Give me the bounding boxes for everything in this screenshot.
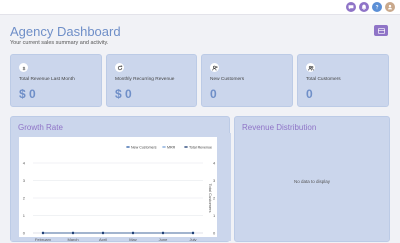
revenue-distribution-title: Revenue Distribution [242,123,317,132]
data-point [131,231,135,235]
stat-value: $ 0 [115,87,132,101]
data-point [41,231,45,235]
stat-card-total-revenue: $ Total Revenue Last Month $ 0 [10,54,102,107]
refresh-icon [115,63,124,72]
growth-rate-title: Growth Rate [18,123,63,132]
card-icon [377,27,385,34]
data-point [101,231,105,235]
header: Agency Dashboard Your current sales summ… [10,24,121,46]
page-subtitle: Your current sales summary and activity. [10,40,109,46]
plot-background [19,137,217,237]
help-icon[interactable] [372,2,382,12]
growth-rate-panel: Growth Rate 0 1 2 3 4 0 1 2 3 4 Total Customers Feb… [10,116,231,242]
svg-text:$: $ [22,65,25,70]
stat-label: New Customers [210,77,245,82]
data-point [71,231,75,235]
revenue-distribution-panel: Revenue Distribution No data to display [234,116,390,242]
growth-rate-chart: 0123401234Total CustomersFebruary March Ap… [19,137,217,241]
legend-marker [185,146,187,148]
legend-label: Total Revenue [189,145,212,149]
growth-rate-chart-area: 0 1 2 3 4 0 1 2 3 4 Total Customers February March Ap… [11,133,231,241]
stat-value: 0 [210,87,217,101]
x-tick-label: May [129,237,137,241]
stat-card-total-customers: Total Customers 0 [297,54,389,107]
dashboard-action-button[interactable] [374,25,388,36]
x-tick-label: March [67,237,78,241]
y2-axis-label: Total Customers [208,184,213,213]
user-avatar[interactable] [385,2,395,12]
data-point [161,231,165,235]
dollar-icon: $ [19,63,28,72]
stat-card-new-customers: New Customers 0 [201,54,293,107]
x-tick-label: February [35,237,51,241]
empty-state-text: No data to display [293,179,331,184]
stat-label: Total Revenue Last Month [19,77,75,82]
bell-icon[interactable] [359,2,369,12]
stat-label: Monthly Recurring Revenue [115,77,175,82]
x-tick-label: July [189,237,196,241]
page-title: Agency Dashboard [10,24,121,39]
top-bar [0,0,400,15]
stat-label: Total Customers [306,77,341,82]
stat-value: 0 [306,87,313,101]
x-tick-label: June [159,237,168,241]
data-point [191,231,195,235]
stat-card-mrr: Monthly Recurring Revenue $ 0 [106,54,197,107]
legend-marker [163,146,165,148]
legend-label: New Customers [131,145,157,149]
legend-label: MRR [167,145,176,149]
message-icon[interactable] [346,2,356,12]
x-tick-label: April [99,237,107,241]
user-plus-icon [210,63,219,72]
users-icon [306,63,315,72]
stat-value: $ 0 [19,87,36,101]
legend-marker [127,146,129,148]
